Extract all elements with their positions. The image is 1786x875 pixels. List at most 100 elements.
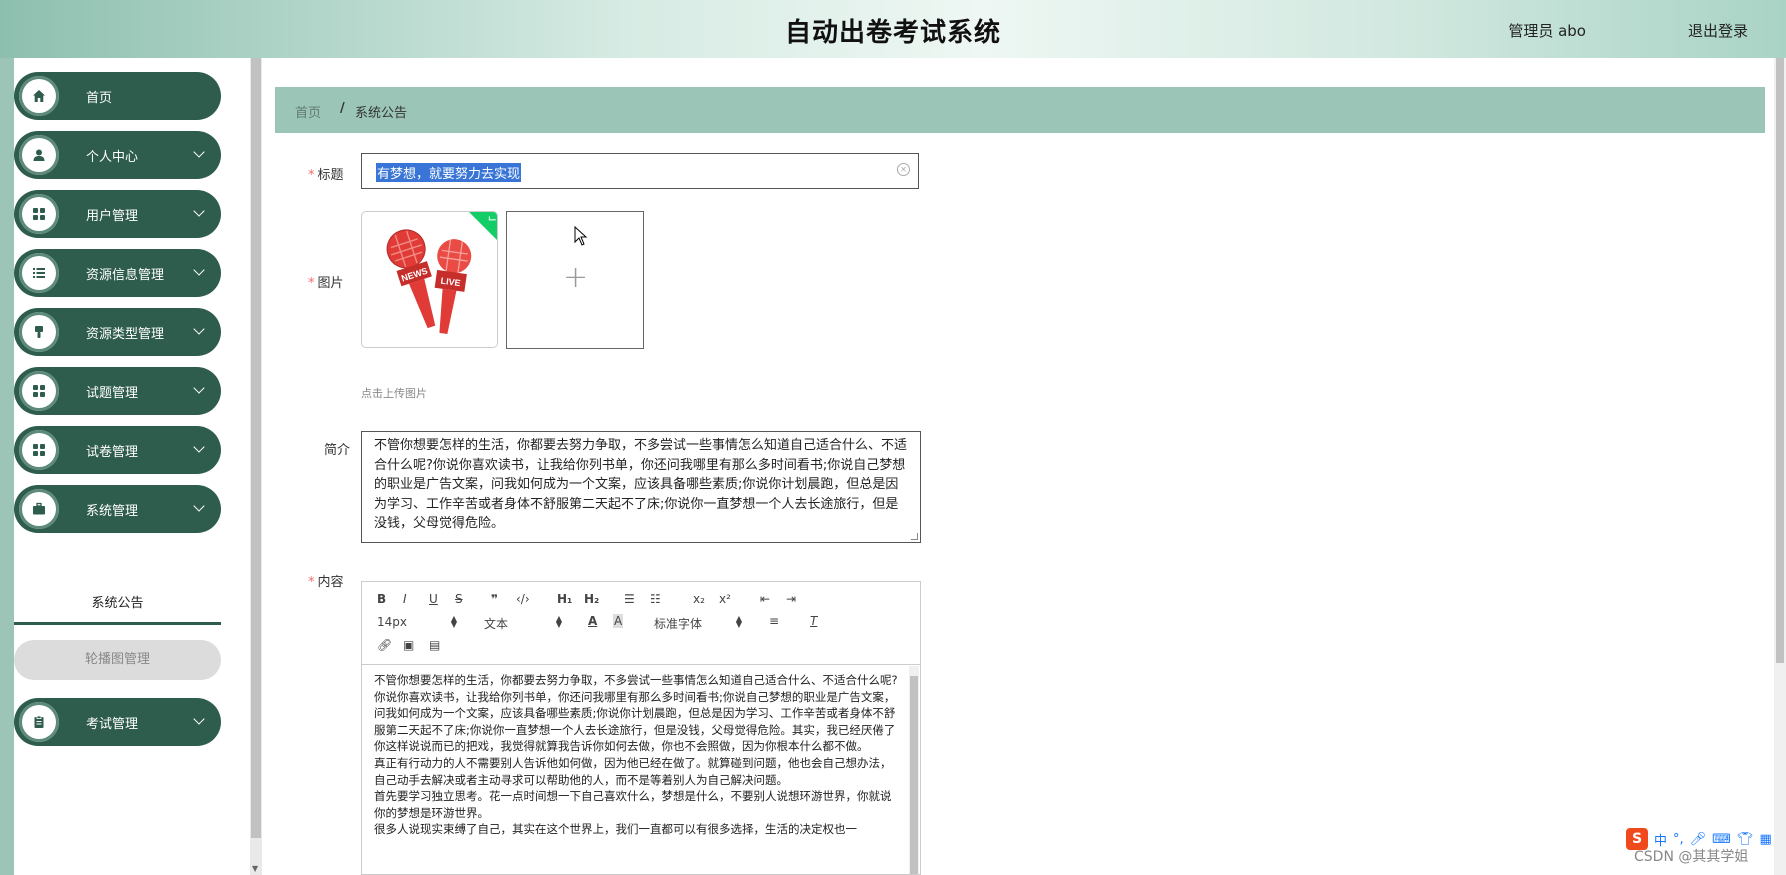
sidebar-item-home[interactable]: 首页 <box>14 72 221 120</box>
clipboard-icon <box>19 702 59 742</box>
sidebar-item-label: 首页 <box>86 91 113 106</box>
content-label: * 内容 <box>308 575 344 590</box>
sidebar-item-label: 用户管理 <box>86 209 139 224</box>
font-size-select[interactable]: 14px ▲ ▼ <box>377 615 457 630</box>
font-family-select[interactable]: 标准字体 ▲ ▼ <box>654 615 742 632</box>
grid-icon <box>19 371 59 411</box>
superscript-icon[interactable]: x² <box>719 592 731 606</box>
outdent-icon[interactable]: ⇤ <box>760 592 770 606</box>
title-input-value: 有梦想，就要努力去实现 <box>376 163 522 182</box>
plus-icon: + <box>563 260 589 295</box>
strikethrough-icon[interactable]: S <box>455 592 463 606</box>
code-block-icon[interactable]: ‹/› <box>516 592 530 606</box>
underline-icon[interactable]: U <box>429 592 438 606</box>
sidebar-scrollbar[interactable]: ▼ <box>250 58 262 875</box>
indent-icon[interactable]: ⇥ <box>786 592 796 606</box>
sidebar-item-label: 系统管理 <box>86 504 139 519</box>
link-icon[interactable]: 🔗︎ <box>377 638 392 652</box>
keyboard-icon[interactable]: ⌨ <box>1712 832 1731 847</box>
sidebar-item-label: 资源信息管理 <box>86 268 165 283</box>
scrollbar-thumb[interactable] <box>1776 58 1784 663</box>
video-icon[interactable]: ▤ <box>429 638 440 652</box>
required-mark: * <box>308 575 315 590</box>
bold-icon[interactable]: B <box>377 592 386 606</box>
editor-scrollbar[interactable] <box>909 666 919 874</box>
editor-toolbar: B I U S ❞ ‹/› H₁ H₂ ☰ ☷ x₂ x² ⇤ ⇥ 14px ▲ ▼… <box>362 582 920 665</box>
sidebar-item-resource-info[interactable]: 资源信息管理 <box>14 249 221 297</box>
logout-link[interactable]: 退出登录 <box>1688 20 1748 41</box>
uploaded-image-thumbnail[interactable]: NEWS LIVE <box>361 211 498 348</box>
heading2-icon[interactable]: H₂ <box>584 592 599 606</box>
clear-format-icon[interactable]: T <box>810 614 817 628</box>
sidebar-item-label: 试卷管理 <box>86 445 139 460</box>
clear-icon[interactable]: ✕ <box>897 163 910 176</box>
bullet-list-icon[interactable]: ☷ <box>650 592 661 606</box>
block-type-select[interactable]: 文本 ▲ ▼ <box>484 615 562 632</box>
chevron-down-icon <box>193 264 205 276</box>
editor-paragraph: 真正有行动力的人不需要别人告诉他如何做，因为他已经在做了。就算碰到问题，他也会自… <box>374 755 892 787</box>
breadcrumb: 首页 / 系统公告 <box>275 87 1765 133</box>
align-icon[interactable]: ≡ <box>769 614 779 628</box>
sidebar-item-exam-management[interactable]: 考试管理 <box>14 698 221 746</box>
scrollbar-thumb[interactable] <box>910 676 918 874</box>
submenu-system-notice[interactable]: 系统公告 <box>14 586 221 625</box>
breadcrumb-separator: / <box>340 101 345 116</box>
image-icon[interactable]: ▣ <box>403 638 414 652</box>
ordered-list-icon[interactable]: ☰ <box>624 592 635 606</box>
title-label: * 标题 <box>308 168 344 183</box>
image-label: * 图片 <box>308 276 344 291</box>
font-color-icon[interactable]: A <box>588 614 597 628</box>
top-header: 自动出卷考试系统 管理员 abo 退出登录 <box>0 0 1786 58</box>
sidebar-item-label: 试题管理 <box>86 386 139 401</box>
intro-label: 简介 <box>324 443 351 458</box>
shirt-icon[interactable]: 👕︎ <box>1737 832 1754 847</box>
blockquote-icon[interactable]: ❞ <box>491 592 498 606</box>
chevron-down-icon <box>193 205 205 217</box>
main-content: 首页 / 系统公告 * 标题 有梦想，就要努力去实现 ✕ * 图片 NEWS L… <box>262 58 1774 875</box>
sidebar-item-label: 个人中心 <box>86 150 139 165</box>
microphone-icon[interactable]: 🎤︎ <box>1690 832 1707 847</box>
sidebar-item-label: 考试管理 <box>86 717 139 732</box>
watermark: CSDN @其其学姐 <box>1634 849 1749 865</box>
sidebar-item-system-management[interactable]: 系统管理 <box>14 485 221 533</box>
grid-icon <box>19 430 59 470</box>
subscript-icon[interactable]: x₂ <box>693 592 705 606</box>
heading1-icon[interactable]: H₁ <box>557 592 572 606</box>
sidebar-item-user-management[interactable]: 用户管理 <box>14 190 221 238</box>
sidebar: 首页 个人中心 用户管理 资源信息管理 资源类型管理 试题管理 试卷管理 系统管… <box>14 58 222 875</box>
chevron-down-icon <box>193 441 205 453</box>
italic-icon[interactable]: I <box>403 592 407 606</box>
list-icon <box>19 253 59 293</box>
editor-paragraph: 你说你喜欢读书，让我给你列书单，你还问我哪里有那么多时间看书;你说自己梦想的职业… <box>374 689 896 754</box>
chevron-down-icon <box>193 500 205 512</box>
chevron-down-icon <box>193 382 205 394</box>
required-mark: * <box>308 276 315 291</box>
sidebar-item-question-management[interactable]: 试题管理 <box>14 367 221 415</box>
page-scrollbar[interactable] <box>1774 58 1786 875</box>
editor-paragraph: 首先要学习独立思考。花一点时间想一下自己喜欢什么，梦想是什么，不要别人说想环游世… <box>374 789 892 820</box>
apps-grid-icon[interactable]: ▦ <box>1759 832 1771 847</box>
required-mark: * <box>308 168 315 183</box>
submenu-carousel-management[interactable]: 轮播图管理 <box>14 640 221 680</box>
ime-punctuation[interactable]: °, <box>1673 832 1684 847</box>
resize-handle-icon[interactable] <box>911 533 918 540</box>
intro-textarea-value: 不管你想要怎样的生活，你都要去努力争取，不多尝试一些事情怎么知道自己适合什么、不… <box>374 438 908 531</box>
chevron-down-icon <box>193 323 205 335</box>
sidebar-item-personal-center[interactable]: 个人中心 <box>14 131 221 179</box>
intro-textarea[interactable]: 不管你想要怎样的生活，你都要去努力争取，不多尝试一些事情怎么知道自己适合什么、不… <box>361 431 921 543</box>
brush-icon <box>19 312 59 352</box>
sidebar-item-paper-management[interactable]: 试卷管理 <box>14 426 221 474</box>
breadcrumb-current: 系统公告 <box>355 106 408 121</box>
upload-tip: 点击上传图片 <box>361 387 427 400</box>
title-input[interactable]: 有梦想，就要努力去实现 ✕ <box>361 153 919 189</box>
home-icon <box>19 76 59 116</box>
news-microphone-icon: NEWS LIVE <box>386 229 472 334</box>
editor-paragraph: 很多人说现实束缚了自己，其实在这个世界上，我们一直都可以有很多选择，生活的决定权… <box>374 822 857 837</box>
scrollbar-thumb[interactable] <box>251 58 261 838</box>
breadcrumb-home[interactable]: 首页 <box>295 102 321 121</box>
background-color-icon[interactable]: A <box>613 614 624 628</box>
sidebar-item-resource-type[interactable]: 资源类型管理 <box>14 308 221 356</box>
rich-text-editor: B I U S ❞ ‹/› H₁ H₂ ☰ ☷ x₂ x² ⇤ ⇥ 14px ▲ ▼… <box>361 581 921 875</box>
editor-content[interactable]: 不管你想要怎样的生活，你都要去努力争取，不多尝试一些事情怎么知道自己适合什么、不… <box>374 672 899 872</box>
scroll-down-arrow-icon[interactable]: ▼ <box>252 864 258 873</box>
